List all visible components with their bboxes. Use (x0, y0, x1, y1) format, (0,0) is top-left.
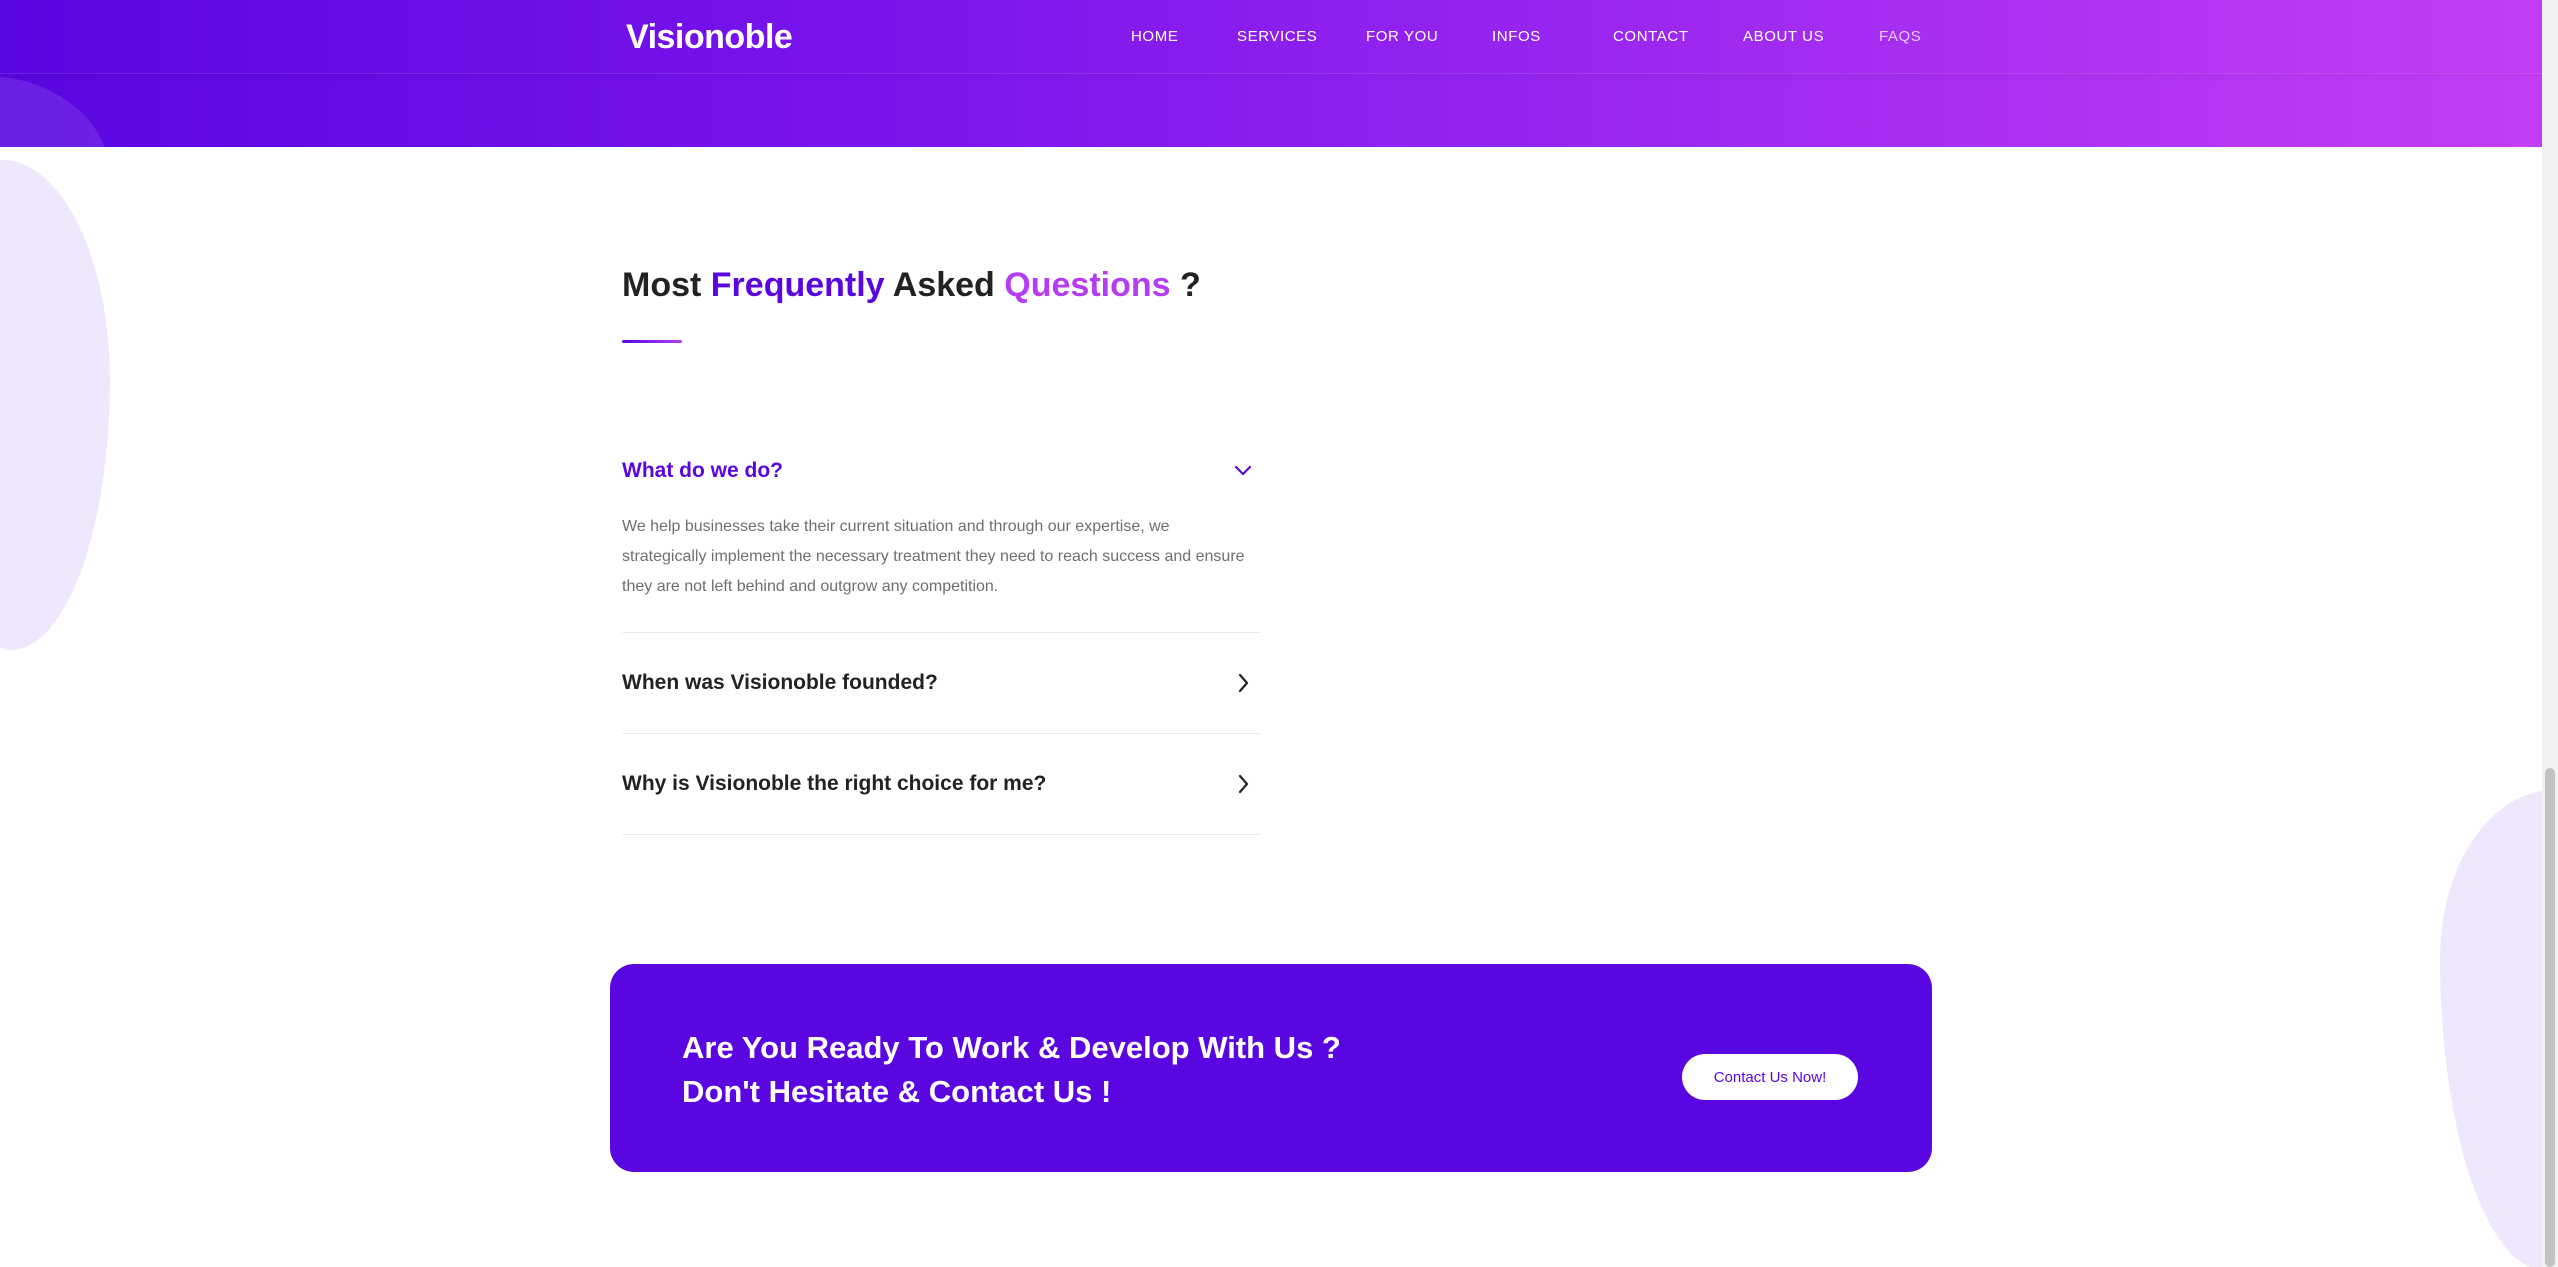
faq-item: What do we do? We help businesses take t… (622, 430, 1260, 633)
faq-title-part2: Asked (884, 266, 1005, 304)
nav-services[interactable]: SERVICES (1237, 28, 1317, 45)
faq-answer: We help businesses take their current si… (622, 518, 1245, 595)
faq-item: Why is Visionoble the right choice for m… (622, 734, 1260, 835)
contact-us-button[interactable]: Contact Us Now! (1682, 1054, 1858, 1100)
faq-accordion: What do we do? We help businesses take t… (622, 430, 1260, 835)
cta-text: Are You Ready To Work & Develop With Us … (682, 1026, 1341, 1114)
faq-item: When was Visionoble founded? (622, 633, 1260, 734)
decorative-blob-right (2440, 790, 2558, 1267)
faq-title-highlight-questions: Questions (1004, 266, 1171, 304)
chevron-right-icon[interactable] (1232, 773, 1254, 795)
faq-question-when-founded[interactable]: When was Visionoble founded? (622, 633, 1260, 733)
nav-about-us[interactable]: ABOUT US (1743, 28, 1824, 45)
title-underline (622, 340, 682, 343)
faq-question-why-visionoble[interactable]: Why is Visionoble the right choice for m… (622, 734, 1260, 834)
logo[interactable]: Visionoble (626, 18, 793, 57)
nav-infos[interactable]: INFOS (1492, 28, 1541, 45)
hero-decorative-shape (0, 76, 110, 147)
nav-for-you[interactable]: FOR YOU (1366, 28, 1438, 45)
nav-contact[interactable]: CONTACT (1613, 28, 1689, 45)
nav-home[interactable]: HOME (1131, 28, 1178, 45)
faq-title-part3: ? (1170, 266, 1201, 304)
scrollbar-thumb[interactable] (2545, 768, 2555, 1267)
nav-faqs[interactable]: FAQS (1879, 28, 1921, 45)
navbar: Visionoble HOME SERVICES FOR YOU INFOS C… (0, 0, 2542, 74)
page: Visionoble HOME SERVICES FOR YOU INFOS C… (0, 0, 2558, 1267)
cta-line-2: Don't Hesitate & Contact Us ! (682, 1074, 1112, 1109)
faq-question-text: What do we do? (622, 459, 783, 482)
faq-question-text: When was Visionoble founded? (622, 671, 938, 694)
scrollbar[interactable] (2542, 0, 2558, 1267)
faq-question-what-do-we-do[interactable]: What do we do? (622, 430, 1260, 512)
cta-banner: Are You Ready To Work & Develop With Us … (610, 964, 1932, 1172)
header-hero: Visionoble HOME SERVICES FOR YOU INFOS C… (0, 0, 2542, 147)
faq-title: Most Frequently Asked Questions ? (622, 266, 1201, 305)
chevron-right-icon[interactable] (1232, 672, 1254, 694)
cta-line-1: Are You Ready To Work & Develop With Us … (682, 1030, 1341, 1065)
faq-question-text: Why is Visionoble the right choice for m… (622, 772, 1047, 795)
chevron-down-icon[interactable] (1232, 460, 1254, 482)
faq-title-part1: Most (622, 266, 711, 304)
faq-title-highlight-frequently: Frequently (710, 266, 885, 304)
decorative-blob-left (0, 160, 110, 650)
